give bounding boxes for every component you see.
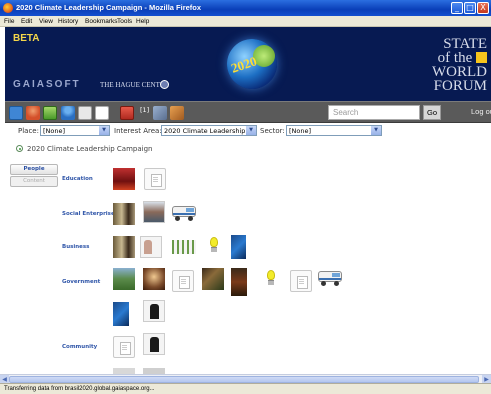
portrait-figure [150, 337, 159, 352]
sun-icon [476, 52, 487, 63]
interest-area-label: Interest Area: [114, 127, 162, 135]
rv-icon[interactable] [172, 203, 198, 221]
member-photo[interactable] [143, 268, 165, 290]
place-select-value: [None] [43, 127, 66, 135]
bar-graphic[interactable] [172, 240, 196, 254]
menu-edit[interactable]: Edit [21, 18, 32, 25]
member-photo[interactable] [143, 300, 165, 322]
gaiasoft-logo[interactable]: GAIASOFT [13, 79, 81, 90]
filter-row: Place: [None] ▼ Interest Area: 2020 Clim… [0, 123, 491, 139]
chevron-down-icon: ▼ [99, 126, 109, 135]
light-bulb-icon[interactable] [266, 270, 276, 286]
window-title: 2020 Climate Leadership Campaign - Mozil… [16, 3, 202, 12]
swf-line-2: of the [432, 51, 487, 66]
person-icon[interactable] [61, 106, 75, 120]
menu-help[interactable]: Help [136, 18, 149, 25]
light-bulb-icon[interactable] [209, 237, 219, 253]
portrait-figure [144, 240, 152, 254]
home-icon[interactable] [78, 106, 92, 120]
scrollbar-thumb[interactable] [9, 376, 479, 383]
menu-file[interactable]: File [4, 18, 14, 25]
place-select[interactable]: [None] ▼ [40, 125, 110, 136]
interest-area-select[interactable]: 2020 Climate Leadership Cam ▼ [161, 125, 257, 136]
status-text: Transferring data from brasil2020.global… [4, 386, 155, 392]
menu-bar: File Edit View History Bookmarks Tools H… [0, 16, 491, 27]
member-photo[interactable] [143, 201, 165, 223]
search-go-button[interactable]: Go [423, 105, 441, 120]
state-of-the-world-forum-logo[interactable]: STATE of the WORLD FORUM [432, 36, 487, 94]
tag-icon[interactable] [170, 106, 184, 120]
sector-label: Sector: [260, 127, 285, 135]
hague-center-text: THE HAGUE CENTER [100, 81, 169, 89]
hague-center-icon [160, 80, 169, 89]
category-business[interactable]: Business [62, 244, 89, 250]
maximize-button[interactable]: □ [464, 2, 476, 14]
menu-tools[interactable]: Tools [117, 18, 132, 25]
menu-bookmarks[interactable]: Bookmarks [85, 18, 118, 25]
swf-line-1: STATE [443, 36, 487, 52]
beta-label: BETA [13, 33, 40, 44]
member-photo[interactable] [231, 268, 247, 296]
campaign-label: 2020 Climate Leadership Campaign [27, 145, 153, 153]
category-government[interactable]: Government [62, 279, 100, 285]
logout-link[interactable]: Log out [471, 107, 491, 116]
sector-select-value: [None] [289, 127, 312, 135]
category-education[interactable]: Education [62, 176, 93, 182]
sector-select[interactable]: [None] ▼ [286, 125, 382, 136]
portrait-figure [150, 304, 159, 319]
rv-icon[interactable] [318, 268, 344, 286]
chevron-down-icon: ▼ [371, 126, 381, 135]
grid-icon[interactable] [9, 106, 23, 120]
member-photo[interactable] [113, 203, 135, 225]
people-icon[interactable] [26, 106, 40, 120]
interest-area-select-value: 2020 Climate Leadership Cam [164, 127, 257, 135]
member-photo[interactable] [231, 235, 246, 259]
document-thumbnail[interactable] [113, 336, 135, 358]
member-photo[interactable] [113, 268, 135, 290]
status-bar: Transferring data from brasil2020.global… [0, 383, 491, 394]
calendar-icon[interactable] [120, 106, 134, 120]
menu-history[interactable]: History [58, 18, 78, 25]
swf-line-4: FORUM [433, 78, 487, 94]
close-button[interactable]: X [477, 2, 489, 14]
people-button[interactable]: People [10, 164, 58, 175]
member-photo[interactable] [202, 268, 224, 290]
search-input[interactable]: Search [328, 105, 420, 120]
chevron-down-icon: ▼ [246, 126, 256, 135]
site-banner: BETA 2020 GAIASOFT THE HAGUE CENTER STAT… [5, 27, 491, 101]
notification-count: [1] [140, 106, 150, 114]
place-label: Place: [18, 127, 39, 135]
window-titlebar: 2020 Climate Leadership Campaign - Mozil… [0, 0, 491, 16]
document-thumbnail[interactable] [290, 270, 312, 292]
content-button[interactable]: Content [10, 176, 58, 187]
app-toolbar: [1] Search Go Log out [5, 101, 491, 123]
campaign-radio[interactable] [16, 145, 23, 152]
horizontal-scrollbar[interactable]: ◀ ▶ [0, 374, 491, 384]
swf-line-3: WORLD [432, 64, 487, 80]
firefox-icon [3, 3, 13, 13]
minimize-button[interactable]: _ [451, 2, 463, 14]
member-photo[interactable] [140, 236, 162, 258]
document-icon[interactable] [95, 106, 109, 120]
tools-icon[interactable] [153, 106, 167, 120]
document-thumbnail[interactable] [144, 168, 166, 190]
menu-view[interactable]: View [39, 18, 53, 25]
member-photo[interactable] [113, 168, 135, 190]
campaign-selector[interactable]: 2020 Climate Leadership Campaign [16, 145, 152, 153]
category-community[interactable]: Community [62, 344, 97, 350]
photos-icon[interactable] [43, 106, 57, 120]
category-social-enterprise[interactable]: Social Enterprise [62, 211, 115, 217]
member-photo[interactable] [113, 236, 135, 258]
member-photo[interactable] [143, 333, 165, 355]
document-thumbnail[interactable] [172, 270, 194, 292]
member-photo[interactable] [113, 302, 129, 326]
